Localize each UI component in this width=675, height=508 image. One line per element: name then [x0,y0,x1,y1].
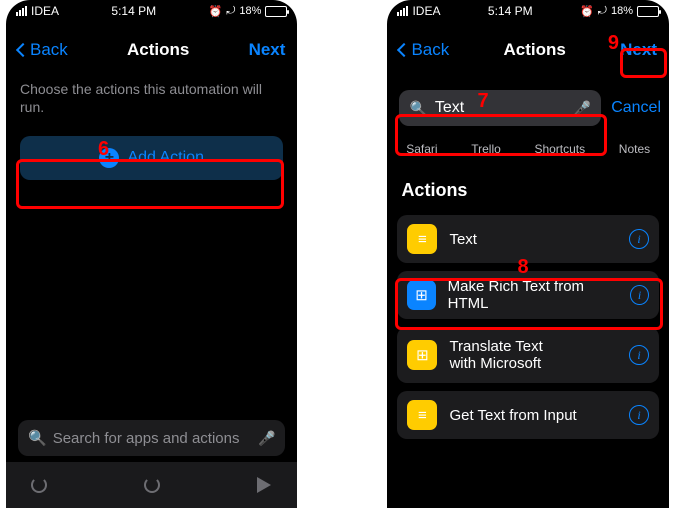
search-icon: 🔍 [28,429,47,447]
cancel-button[interactable]: Cancel [611,99,661,117]
callout-7: 7 [477,90,488,113]
signal-icon [16,6,27,16]
rotation-lock-icon: ⤾ [226,5,235,18]
page-title: Actions [504,40,566,60]
back-button[interactable]: Back [18,40,68,60]
text-icon: ≡ [407,400,437,430]
battery-icon [637,6,659,17]
action-get-text-from-input[interactable]: ≡ Get Text from Input i [397,391,659,439]
action-label: Get Text from Input [449,407,576,424]
phone-right: IDEA 5:14 PM ⏰ ⤾ 18% Back Actions Next 🔍… [387,0,669,508]
info-icon[interactable]: i [629,229,649,249]
search-placeholder: Search for apps and actions [53,430,240,447]
battery-icon [265,6,287,17]
description-text: Choose the actions this automation will … [6,78,297,124]
highlight-box-8 [395,278,663,330]
battery-percent: 18% [611,5,633,17]
phone-left: IDEA 5:14 PM ⏰ ⤾ 18% Back Actions Next C… [6,0,297,508]
status-bar: IDEA 5:14 PM ⏰ ⤾ 18% [387,0,669,22]
search-input[interactable]: 🔍 Search for apps and actions 🎤 [18,420,285,456]
alarm-icon: ⏰ [209,5,223,18]
action-label: Text [449,231,477,248]
carrier-label: IDEA [412,4,440,18]
back-label: Back [30,40,68,60]
chevron-left-icon [16,43,30,57]
play-button[interactable] [253,474,275,496]
translate-icon: ⊞ [407,340,437,370]
battery-percent: 18% [239,5,261,17]
info-icon[interactable]: i [629,405,649,425]
status-time: 5:14 PM [111,4,156,18]
text-icon: ≡ [407,224,437,254]
rotation-lock-icon: ⤾ [598,5,607,18]
status-bar: IDEA 5:14 PM ⏰ ⤾ 18% [6,0,297,22]
alarm-icon: ⏰ [580,5,594,18]
app-notes[interactable]: Notes [619,142,650,156]
info-icon[interactable]: i [629,345,649,365]
action-translate-text[interactable]: ⊞ Translate Text with Microsoft i [397,327,659,383]
signal-icon [397,6,408,16]
actions-section-title: Actions [387,170,669,207]
next-button[interactable]: Next [249,40,286,60]
back-button[interactable]: Back [399,40,449,60]
chevron-left-icon [397,43,411,57]
callout-9: 9 [608,32,619,55]
back-label: Back [411,40,449,60]
mic-icon[interactable]: 🎤 [258,430,275,447]
callout-8: 8 [517,256,528,279]
highlight-box-6 [16,159,284,209]
redo-button[interactable] [141,474,163,496]
action-label: Translate Text with Microsoft [449,338,542,372]
highlight-box-9 [620,48,667,78]
highlight-box-7 [395,114,607,156]
carrier-label: IDEA [31,4,59,18]
navbar: Back Actions Next [6,22,297,78]
status-time: 5:14 PM [488,4,533,18]
callout-6: 6 [98,138,109,161]
page-title: Actions [127,40,189,60]
undo-button[interactable] [28,474,50,496]
bottom-bar [6,462,297,508]
